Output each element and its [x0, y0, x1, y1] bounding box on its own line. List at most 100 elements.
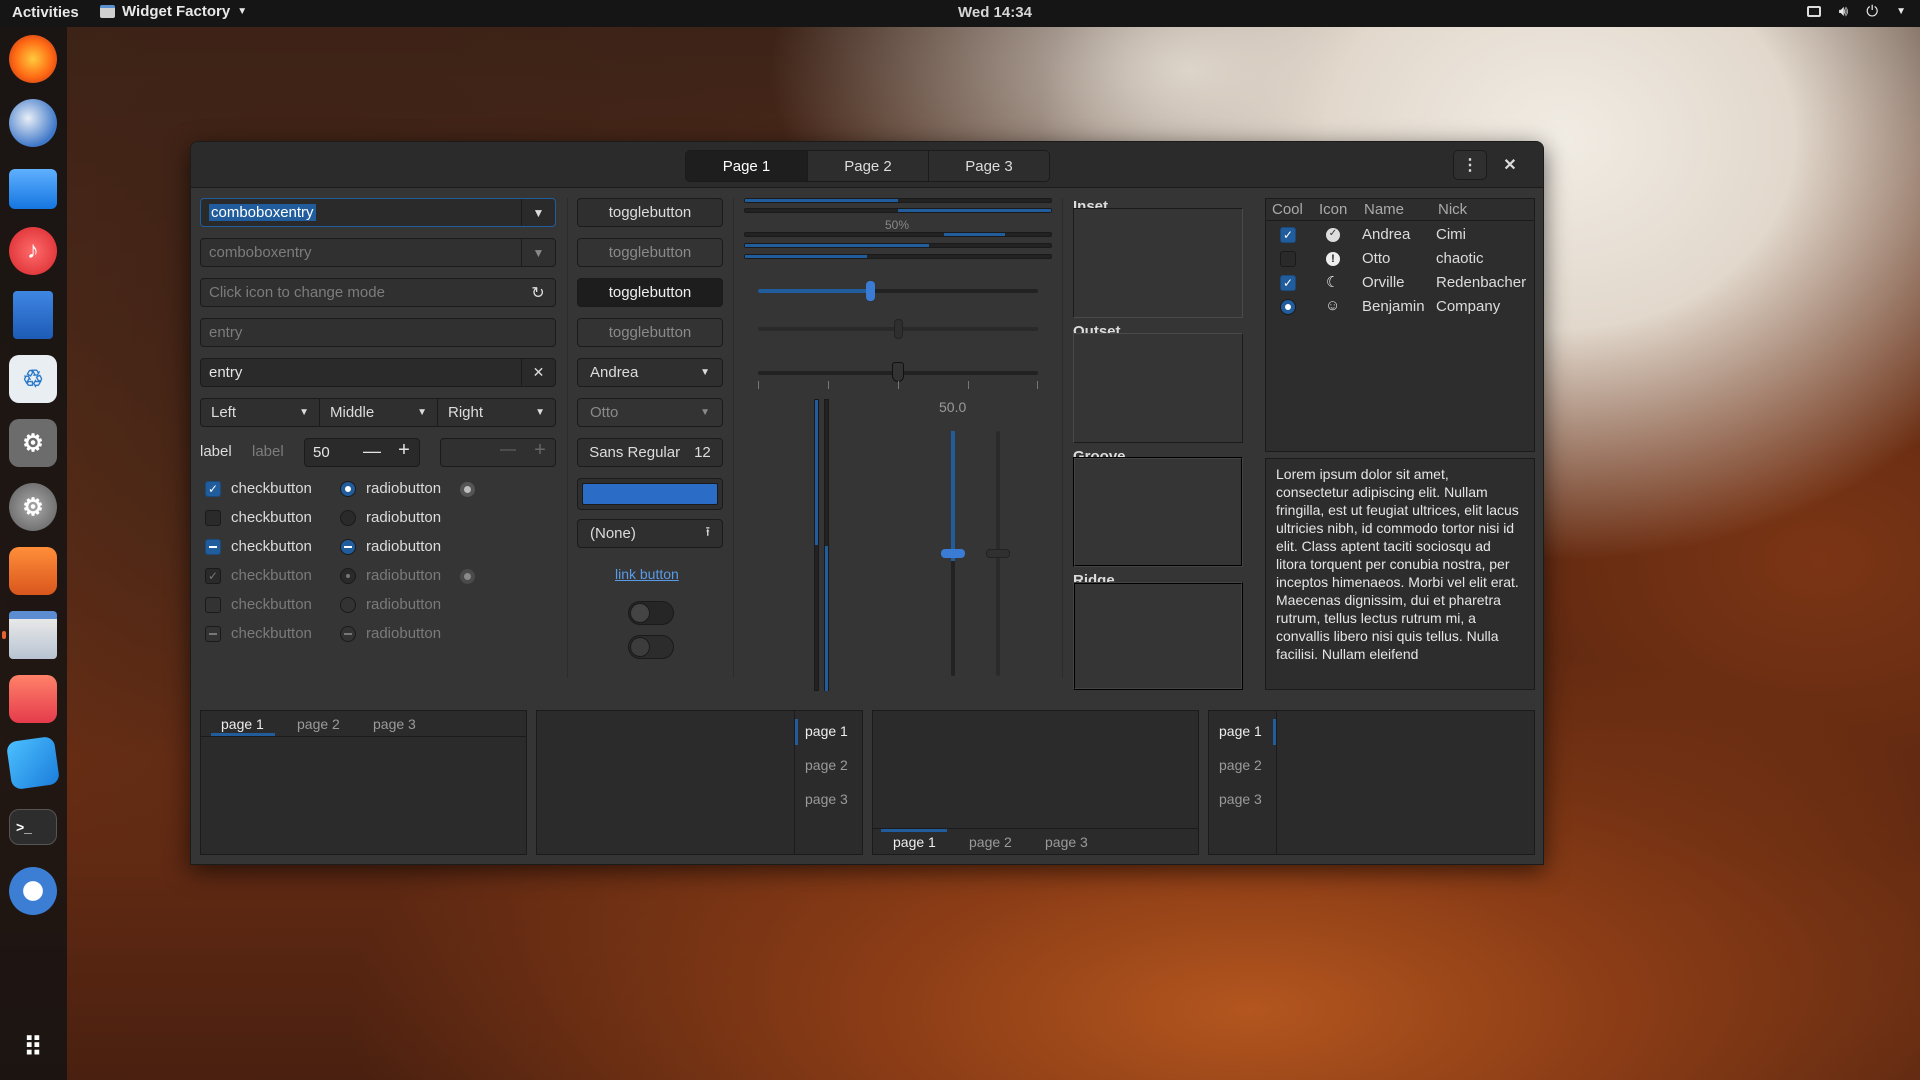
- togglebutton-4[interactable]: togglebutton: [577, 318, 723, 347]
- refresh-icon[interactable]: ↻: [521, 279, 555, 306]
- checkbox-empty[interactable]: [1280, 251, 1296, 267]
- checkbutton-unchecked[interactable]: checkbutton: [205, 509, 312, 526]
- color-button[interactable]: [577, 478, 723, 510]
- chevron-down-icon[interactable]: ▼: [521, 199, 555, 226]
- combo-otto[interactable]: Otto ▼: [577, 398, 723, 427]
- radiobutton-selected-disabled[interactable]: radiobutton: [340, 567, 441, 584]
- notebook-tab-page-2[interactable]: page 2: [1219, 757, 1262, 773]
- screenshot-icon[interactable]: [9, 675, 57, 723]
- notebook-tab-page-1[interactable]: page 1: [805, 723, 848, 739]
- hscale-1[interactable]: [758, 281, 1038, 301]
- tree-row[interactable]: ! Otto chaotic: [1266, 247, 1534, 271]
- combo-middle[interactable]: Middle ▼: [319, 398, 438, 427]
- notes-icon[interactable]: [5, 735, 61, 791]
- combo-right[interactable]: Right ▼: [437, 398, 556, 427]
- checkbutton-checked-disabled[interactable]: ✓ checkbutton: [205, 567, 312, 584]
- radio-dot-icon[interactable]: [1280, 299, 1296, 315]
- system-tray[interactable]: 🔊︎ ⏻ ▼: [1806, 3, 1906, 20]
- switch-off-2[interactable]: [628, 635, 674, 659]
- checkbutton-mixed[interactable]: checkbutton: [205, 538, 312, 555]
- combobox-entry-2[interactable]: comboboxentry ▼: [200, 238, 556, 267]
- scale-slider[interactable]: [941, 549, 965, 558]
- radiobutton-unselected[interactable]: radiobutton: [340, 509, 441, 526]
- widget-factory-icon[interactable]: [9, 611, 57, 659]
- checkbutton-checked[interactable]: ✓ checkbutton: [205, 480, 312, 497]
- notebook-tab-page-1[interactable]: page 1: [221, 716, 264, 732]
- thunderbird-icon[interactable]: [9, 99, 57, 147]
- radiobutton-unselected-disabled[interactable]: radiobutton: [340, 596, 441, 613]
- checkbutton-mixed-disabled[interactable]: checkbutton: [205, 625, 312, 642]
- gimp-icon[interactable]: [9, 547, 57, 595]
- icon-entry[interactable]: Click icon to change mode ↻: [200, 278, 556, 307]
- vscale-2[interactable]: [986, 431, 1010, 676]
- column-header-name[interactable]: Name: [1364, 201, 1404, 218]
- chevron-down-icon[interactable]: ▼: [521, 239, 555, 266]
- font-button[interactable]: Sans Regular 12: [577, 438, 723, 467]
- radiobutton-mixed[interactable]: radiobutton: [340, 538, 441, 555]
- minus-icon[interactable]: —: [355, 441, 389, 462]
- scale-slider[interactable]: [892, 362, 904, 382]
- combo-left[interactable]: Left ▼: [200, 398, 320, 427]
- combobox-entry-1[interactable]: comboboxentry ▼: [200, 198, 556, 227]
- hscale-3[interactable]: [758, 362, 1038, 389]
- show-apps-icon[interactable]: ⠿: [9, 1023, 57, 1071]
- tree-row[interactable]: ✓ ☾ Orville Redenbacher: [1266, 271, 1534, 295]
- togglebutton-1[interactable]: togglebutton: [577, 198, 723, 227]
- scale-slider[interactable]: [866, 281, 875, 301]
- plus-icon[interactable]: +: [389, 439, 419, 462]
- tree-view[interactable]: Cool Icon Name Nick ✓ ✓ Andrea Cimi ! Ot…: [1265, 198, 1535, 452]
- terminal-icon[interactable]: >_: [9, 809, 57, 845]
- plus-icon[interactable]: +: [525, 439, 555, 462]
- menu-button[interactable]: ⋮: [1453, 150, 1487, 180]
- spin-button-disabled[interactable]: — +: [440, 438, 556, 467]
- vscale-1[interactable]: [941, 431, 965, 676]
- tab-page-3[interactable]: Page 3: [928, 151, 1049, 181]
- togglebutton-3[interactable]: togglebutton: [577, 278, 723, 307]
- radiobutton-mixed-disabled[interactable]: radiobutton: [340, 625, 441, 642]
- clear-icon[interactable]: ✕: [521, 359, 555, 386]
- radio-inconsistent-disabled-icon[interactable]: [460, 569, 475, 584]
- rhythmbox-icon[interactable]: ♪: [9, 227, 57, 275]
- notebook-tab-page-2[interactable]: page 2: [969, 834, 1012, 850]
- software-icon[interactable]: ♲: [9, 355, 57, 403]
- entry-field[interactable]: entry ✕: [200, 358, 556, 387]
- check-icon[interactable]: ✓: [1280, 227, 1296, 243]
- column-header-cool[interactable]: Cool: [1272, 201, 1303, 218]
- check-icon[interactable]: ✓: [1280, 275, 1296, 291]
- notebook-tab-page-3[interactable]: page 3: [1219, 791, 1262, 807]
- settings-icon[interactable]: ⚙: [9, 419, 57, 467]
- notebook-tab-page-1[interactable]: page 1: [1219, 723, 1262, 739]
- radio-inconsistent-icon[interactable]: [460, 482, 475, 497]
- clock[interactable]: Wed 14:34: [958, 4, 1032, 21]
- firefox-icon[interactable]: [9, 35, 57, 83]
- entry-placeholder-field[interactable]: entry: [200, 318, 556, 347]
- scale-slider[interactable]: [894, 319, 903, 339]
- notebook-tab-page-3[interactable]: page 3: [1045, 834, 1088, 850]
- switch-off-1[interactable]: [628, 601, 674, 625]
- close-button[interactable]: ✕: [1493, 150, 1527, 180]
- notebook-tab-page-3[interactable]: page 3: [373, 716, 416, 732]
- notebook-tab-page-2[interactable]: page 2: [805, 757, 848, 773]
- notebook-tab-page-3[interactable]: page 3: [805, 791, 848, 807]
- text-view[interactable]: Lorem ipsum dolor sit amet, consectetur …: [1265, 458, 1535, 690]
- togglebutton-2[interactable]: togglebutton: [577, 238, 723, 267]
- column-header-nick[interactable]: Nick: [1438, 201, 1467, 218]
- hscale-2[interactable]: [758, 319, 1038, 339]
- radiobutton-selected[interactable]: radiobutton: [340, 480, 441, 497]
- column-header-icon[interactable]: Icon: [1319, 201, 1347, 218]
- notebook-tab-page-1[interactable]: page 1: [893, 834, 936, 850]
- checkbutton-unchecked-disabled[interactable]: checkbutton: [205, 596, 312, 613]
- file-chooser-button[interactable]: (None) ⭱: [577, 519, 723, 548]
- tab-page-1[interactable]: Page 1: [686, 151, 807, 181]
- tab-page-2[interactable]: Page 2: [807, 151, 928, 181]
- app-menu[interactable]: Widget Factory ▼: [100, 3, 247, 20]
- activities-button[interactable]: Activities: [12, 4, 79, 21]
- tree-row[interactable]: ☺ Benjamin Company: [1266, 295, 1534, 319]
- notebook-tab-page-2[interactable]: page 2: [297, 716, 340, 732]
- tree-row[interactable]: ✓ ✓ Andrea Cimi: [1266, 223, 1534, 247]
- link-button[interactable]: link button: [615, 566, 679, 582]
- system-settings-icon[interactable]: ⚙: [9, 483, 57, 531]
- files-icon[interactable]: [9, 169, 57, 209]
- scale-slider[interactable]: [986, 549, 1010, 558]
- writer-icon[interactable]: [13, 291, 53, 339]
